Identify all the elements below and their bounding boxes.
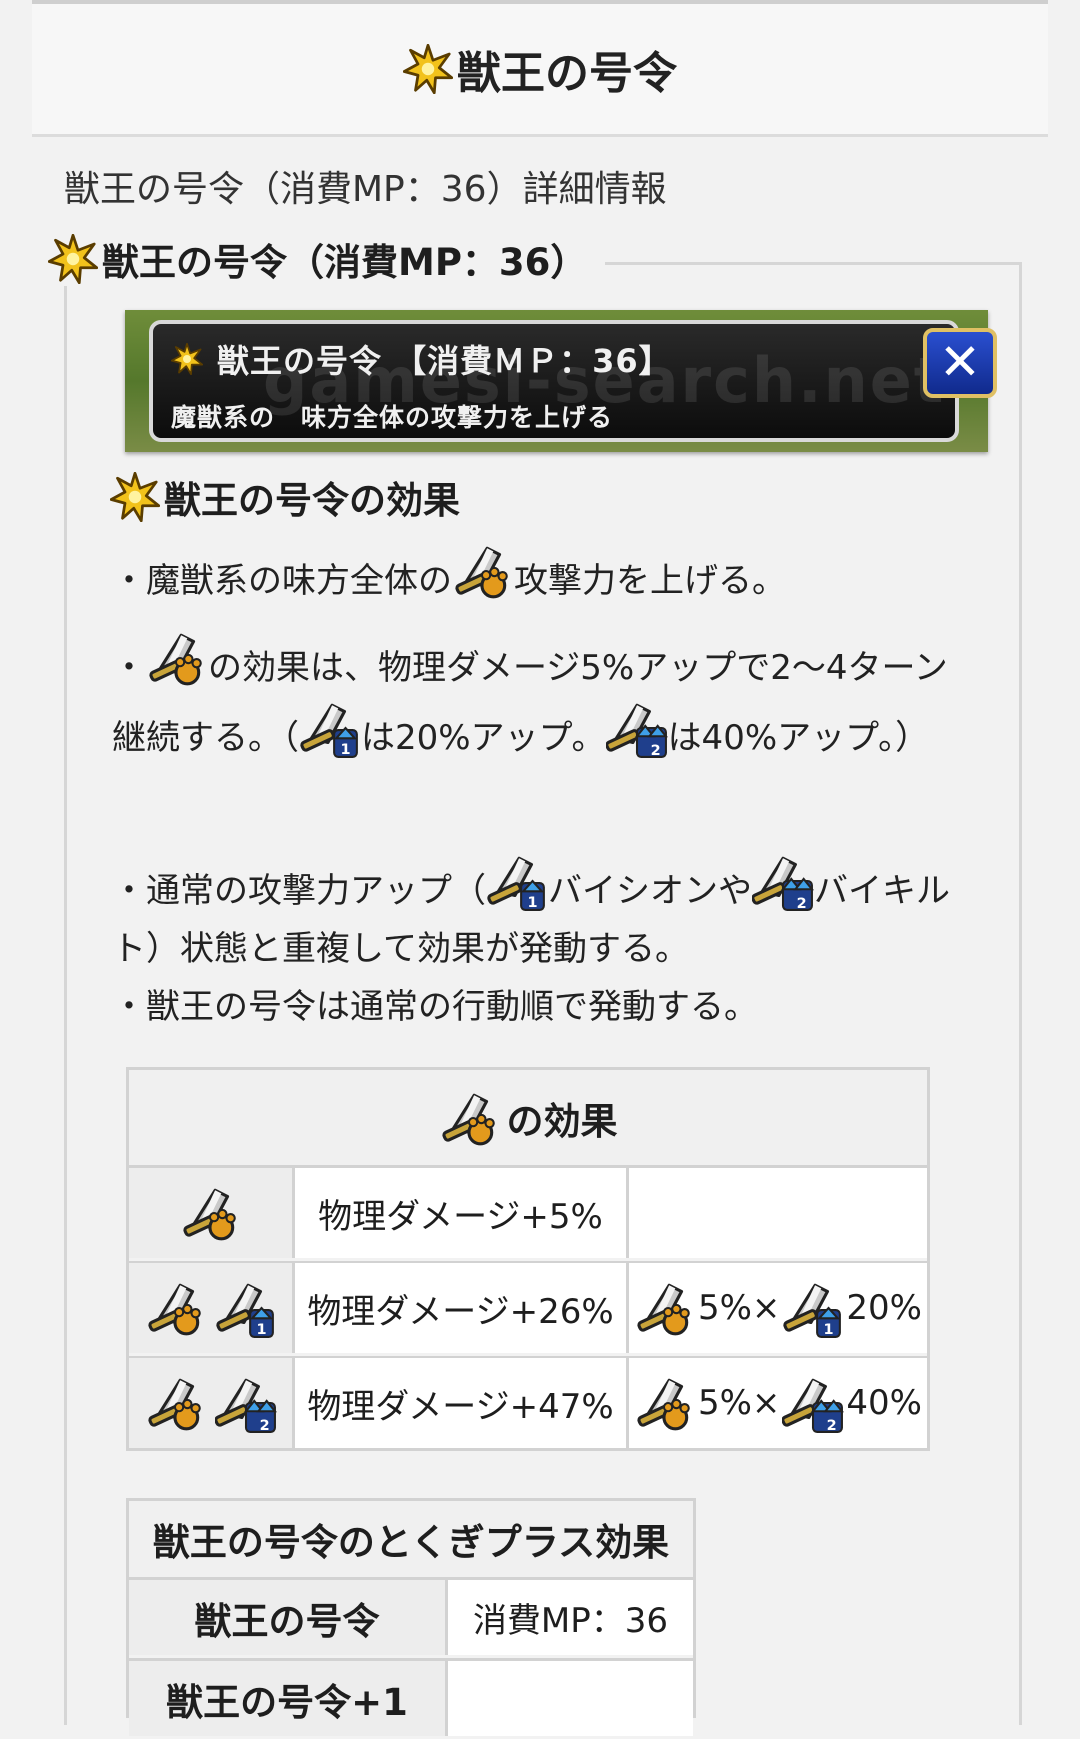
- icon-cell: [129, 1263, 295, 1353]
- caption-text: の効果: [506, 1099, 618, 1143]
- effect-table-caption: の効果: [129, 1070, 927, 1168]
- calc-cell: [629, 1168, 927, 1258]
- damage-cell: 物理ダメージ+5%: [295, 1168, 629, 1258]
- section-heading-text: 獣王の号令（消費MP：36）: [102, 241, 588, 284]
- calc-cell: 5%× 20%: [629, 1263, 927, 1353]
- bullet-text: は20%アップ。: [361, 718, 606, 758]
- effect-table: の効果 物理ダメージ+5% 物理ダメージ+26% 5%× 20% 物理ダメージ+…: [126, 1067, 930, 1451]
- table-row: 獣王の号令+1: [129, 1661, 693, 1739]
- bullet-text: ・: [112, 648, 146, 688]
- calc-cell: 5%× 40%: [629, 1358, 927, 1448]
- table-row: 獣王の号令 消費MP：36: [129, 1580, 693, 1661]
- detail-subtitle: 獣王の号令（消費MP：36）詳細情報: [64, 169, 667, 210]
- bullet-text: ・通常の攻撃力アップ（: [112, 871, 486, 911]
- dialog-title-text: 獣王の号令 【消費ＭＰ：36】: [217, 342, 672, 380]
- icon-cell: [129, 1358, 295, 1448]
- damage-cell: 物理ダメージ+26%: [295, 1263, 629, 1353]
- star-icon: [110, 472, 160, 522]
- attack-up-1-icon: [215, 1277, 277, 1339]
- mp-cost-cell: [448, 1661, 693, 1736]
- star-icon: [48, 234, 98, 284]
- dialog-title: 獣王の号令 【消費ＭＰ：36】: [171, 336, 672, 382]
- section-heading: 獣王の号令（消費MP：36）: [48, 232, 606, 286]
- attack-up-icon: [180, 1182, 242, 1244]
- skill-plus-caption: 獣王の号令のとくぎプラス効果: [129, 1501, 693, 1580]
- star-icon: [403, 44, 453, 94]
- table-row: 物理ダメージ+47% 5%× 40%: [129, 1358, 927, 1451]
- table-row: 物理ダメージ+5%: [129, 1168, 927, 1264]
- page-header: 獣王の号令: [32, 4, 1048, 137]
- attack-up-icon: [634, 1277, 696, 1339]
- attack-up-1-icon: [782, 1277, 844, 1339]
- page-title: 獣王の号令: [403, 37, 677, 101]
- effect-bullet-1: ・魔獣系の味方全体の 攻撃力を上げる。: [112, 540, 962, 610]
- effect-bullet-3: ・通常の攻撃力アップ（ バイシオンや バイキルト）状態と重複して効果が発動する。: [112, 850, 962, 978]
- damage-cell: 物理ダメージ+47%: [295, 1358, 629, 1448]
- effect-bullet-4: ・獣王の号令は通常の行動順で発動する。: [112, 987, 758, 1027]
- attack-up-2-icon: [752, 850, 814, 912]
- calc-text: 20%: [846, 1288, 922, 1328]
- game-screenshot: gamesi-search.net 獣王の号令 【消費ＭＰ：36】 魔獣系の 味…: [125, 310, 997, 452]
- effect-bullet-2: ・の効果は、物理ダメージ5%アップで2〜4ターン継続する。（ は20%アップ。 は4…: [112, 627, 962, 767]
- attack-up-icon: [452, 540, 514, 602]
- close-button: ✕: [923, 328, 997, 398]
- bullet-text: は40%アップ。）: [667, 718, 930, 758]
- attack-up-1-icon: [486, 850, 548, 912]
- bullet-text: バイシオンや: [548, 871, 752, 911]
- attack-up-2-icon: [782, 1372, 844, 1434]
- star-icon: [171, 343, 203, 375]
- attack-up-2-icon: [215, 1372, 277, 1434]
- icon-cell: [129, 1168, 295, 1258]
- calc-text: 40%: [846, 1383, 922, 1423]
- bullet-text: ・魔獣系の味方全体の: [112, 561, 452, 601]
- skill-name-cell: 獣王の号令+1: [129, 1661, 448, 1736]
- calc-text: 5%×: [697, 1383, 781, 1423]
- dialog-description: 魔獣系の 味方全体の攻撃力を上げる: [171, 403, 614, 432]
- skill-dialog: gamesi-search.net 獣王の号令 【消費ＭＰ：36】 魔獣系の 味…: [149, 320, 997, 442]
- attack-up-2-icon: [606, 697, 668, 759]
- attack-up-icon: [145, 1277, 207, 1339]
- calc-text: 5%×: [697, 1288, 781, 1328]
- attack-up-icon: [634, 1372, 696, 1434]
- attack-up-icon: [146, 627, 208, 689]
- mp-cost-cell: 消費MP：36: [448, 1580, 693, 1655]
- attack-up-icon: [439, 1087, 501, 1149]
- effects-heading-text: 獣王の号令の効果: [164, 479, 460, 522]
- attack-up-1-icon: [299, 697, 361, 759]
- table-row: 物理ダメージ+26% 5%× 20%: [129, 1263, 927, 1359]
- effects-heading: 獣王の号令の効果: [110, 470, 460, 524]
- skill-plus-table: 獣王の号令のとくぎプラス効果 獣王の号令 消費MP：36 獣王の号令+1: [126, 1498, 696, 1736]
- bullet-text: 攻撃力を上げる。: [514, 561, 786, 601]
- attack-up-icon: [145, 1372, 207, 1434]
- page-title-text: 獣王の号令: [457, 48, 677, 99]
- skill-name-cell: 獣王の号令: [129, 1580, 448, 1655]
